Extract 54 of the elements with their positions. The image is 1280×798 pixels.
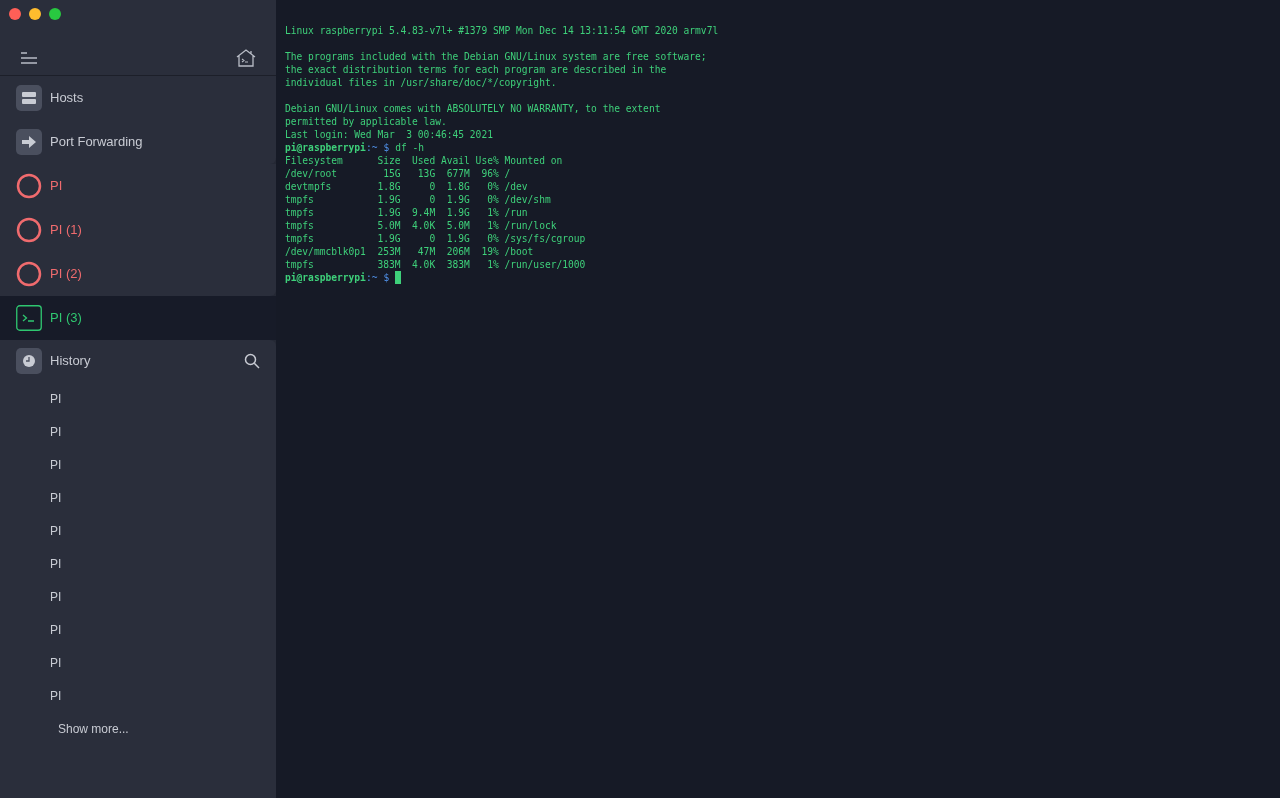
terminal-line: The programs included with the Debian GNU/Linux system are free software; xyxy=(285,50,707,63)
disconnected-ring-icon xyxy=(16,217,42,243)
prompt-symbol: $ xyxy=(383,271,390,284)
terminal-line: /dev/root 15G 13G 677M 96% / xyxy=(285,167,511,180)
terminal-line: tmpfs 383M 4.0K 383M 1% /run/user/1000 xyxy=(285,258,586,271)
search-icon[interactable] xyxy=(244,353,260,369)
terminal-line: tmpfs 1.9G 0 1.9G 0% /dev/shm xyxy=(285,193,551,206)
history-item[interactable]: PI xyxy=(0,580,276,613)
zoom-button[interactable] xyxy=(49,8,61,20)
home-terminal-icon[interactable] xyxy=(236,48,256,67)
history-item[interactable]: PI xyxy=(0,415,276,448)
nav-item[interactable]: Port Forwarding xyxy=(0,120,276,164)
history-item[interactable]: PI xyxy=(0,547,276,580)
terminal-line: tmpfs 1.9G 9.4M 1.9G 1% /run xyxy=(285,206,528,219)
show-more-link[interactable]: Show more... xyxy=(58,719,129,738)
terminal-line: tmpfs 1.9G 0 1.9G 0% /sys/fs/cgroup xyxy=(285,232,586,245)
terminal-line: Last login: Wed Mar 3 00:46:45 2021 xyxy=(285,128,493,141)
terminal-line: /dev/mmcblk0p1 253M 47M 206M 19% /boot xyxy=(285,245,534,258)
terminal-icon xyxy=(16,305,42,331)
history-item[interactable]: PI xyxy=(0,679,276,712)
terminal-line: individual files in /usr/share/doc/*/copyright. xyxy=(285,76,557,89)
terminal-line: permitted by applicable law. xyxy=(285,115,447,128)
history-item[interactable]: PI xyxy=(0,448,276,481)
history-item[interactable]: PI xyxy=(0,382,276,415)
command-text: df -h xyxy=(395,141,425,154)
history-item[interactable]: PI xyxy=(0,646,276,679)
history-item[interactable]: PI xyxy=(0,514,276,547)
prompt-path: :~ xyxy=(365,271,378,284)
server-icon xyxy=(16,85,42,111)
cursor xyxy=(395,271,402,284)
history-item[interactable]: PI xyxy=(0,613,276,646)
prompt-symbol: $ xyxy=(383,141,390,154)
terminal-line: Filesystem Size Used Avail Use% Mounted on xyxy=(285,154,563,167)
session-tab[interactable]: PI xyxy=(0,164,276,208)
prompt-path: :~ xyxy=(365,141,378,154)
nav-item[interactable]: Hosts xyxy=(0,76,276,120)
prompt-user: pi@raspberrypi xyxy=(285,271,366,284)
clock-icon xyxy=(16,348,42,374)
history-item[interactable]: PI xyxy=(0,481,276,514)
disconnected-ring-icon xyxy=(16,173,42,199)
terminal-line: devtmpfs 1.8G 0 1.8G 0% /dev xyxy=(285,180,528,193)
history-label: History xyxy=(50,352,91,371)
menu-icon[interactable] xyxy=(20,51,37,64)
terminal-line: Linux raspberrypi 5.4.83-v7l+ #1379 SMP Mon Dec 14 13:11:54 GMT 2020 armv7l xyxy=(285,24,719,37)
session-tab[interactable]: PI (2) xyxy=(0,252,276,296)
session-tab[interactable]: PI (3) xyxy=(0,296,276,340)
disconnected-ring-icon xyxy=(16,261,42,287)
terminal-line: Debian GNU/Linux comes with ABSOLUTELY NO WARRANTY, to the extent xyxy=(285,102,661,115)
prompt-user: pi@raspberrypi xyxy=(285,141,366,154)
session-tab[interactable]: PI (1) xyxy=(0,208,276,252)
close-button[interactable] xyxy=(9,8,21,20)
terminal-line: the exact distribution terms for each program are described in the xyxy=(285,63,667,76)
minimize-button[interactable] xyxy=(29,8,41,20)
terminal-line: tmpfs 5.0M 4.0K 5.0M 1% /run/lock xyxy=(285,219,557,232)
